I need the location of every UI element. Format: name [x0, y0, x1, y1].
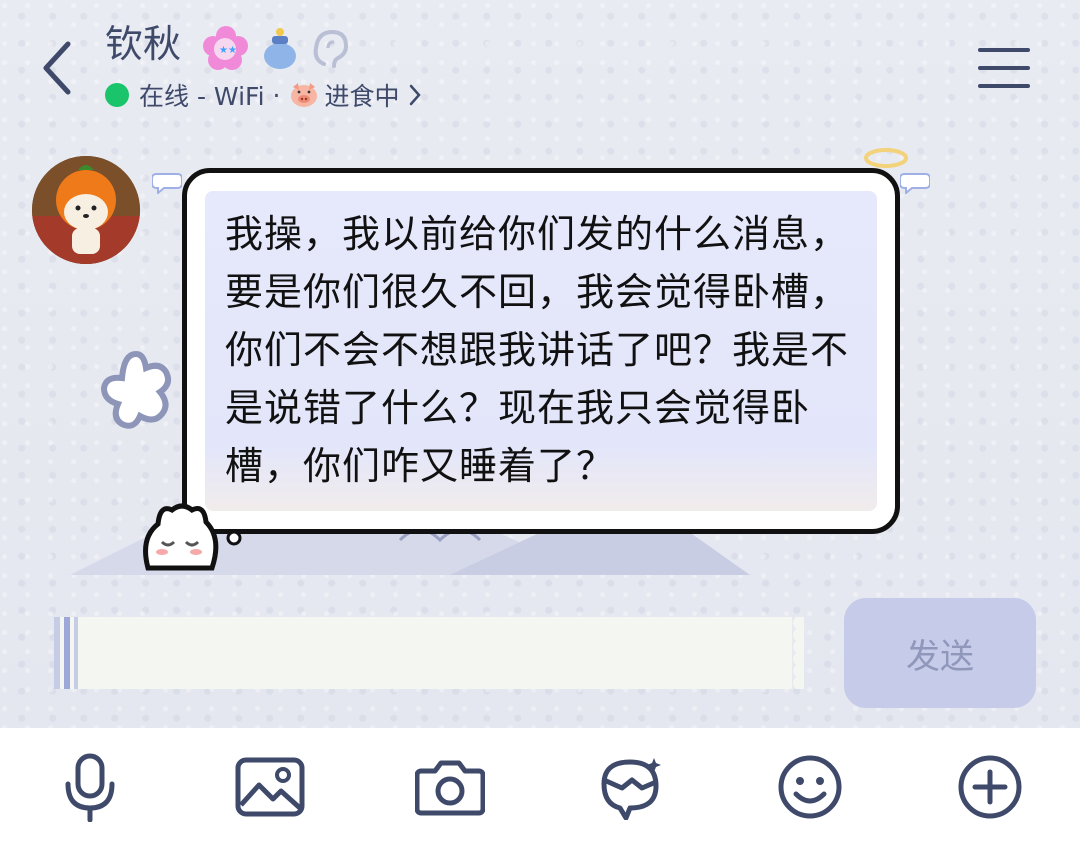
speech-decoration-icon	[900, 173, 930, 194]
menu-icon[interactable]	[978, 46, 1030, 90]
message-input[interactable]	[54, 617, 804, 689]
sticker-icon	[601, 758, 661, 820]
message-input-bar	[54, 617, 804, 689]
svg-text:★★: ★★	[219, 45, 237, 56]
avatar[interactable]	[32, 156, 140, 264]
sticker-button[interactable]	[585, 742, 675, 832]
status-line[interactable]: 在线 - WiFi · 进食中	[105, 77, 422, 113]
avatar-image	[32, 156, 140, 264]
message-bubble-fill: 我操，我以前给你们发的什么消息，要是你们很久不回，我会觉得卧槽，你们不会不想跟我…	[205, 191, 877, 511]
message-text: 我操，我以前给你们发的什么消息，要是你们很久不回，我会觉得卧槽，你们不会不想跟我…	[225, 212, 850, 488]
emoji-icon	[778, 755, 842, 819]
network-status: 在线 - WiFi	[139, 82, 265, 111]
halo-decoration-icon	[864, 148, 908, 168]
camera-icon	[415, 760, 485, 816]
contact-name[interactable]: 钦秋	[105, 18, 181, 70]
activity-status: 进食中	[324, 82, 400, 111]
online-indicator	[105, 83, 129, 107]
pig-icon	[290, 83, 317, 107]
emoji-button[interactable]	[765, 742, 855, 832]
send-button[interactable]: 发送	[844, 598, 1036, 708]
chat-header: 钦秋 ★★ 在线 - WiFi · 进食中	[0, 0, 1080, 135]
plus-icon	[958, 755, 1022, 819]
flower-badge-icon: ★★	[203, 26, 248, 70]
microphone-icon	[65, 753, 115, 822]
chevron-right-icon	[409, 84, 421, 106]
voice-button[interactable]	[45, 742, 135, 832]
speech-decoration-icon	[152, 173, 182, 194]
message-bubble[interactable]: 我操，我以前给你们发的什么消息，要是你们很久不回，我会觉得卧槽，你们不会不想跟我…	[182, 168, 900, 534]
money-bag-icon	[264, 28, 296, 69]
title-badges: ★★	[203, 26, 349, 70]
more-button[interactable]	[945, 742, 1035, 832]
star-decoration-icon	[100, 350, 171, 429]
ear-icon	[313, 29, 349, 68]
image-icon	[235, 757, 305, 817]
back-arrow-icon[interactable]	[36, 38, 80, 98]
camera-button[interactable]	[405, 742, 495, 832]
cat-decoration-icon	[143, 503, 242, 571]
bottom-toolbar	[0, 728, 1080, 843]
separator: ·	[272, 80, 281, 110]
image-button[interactable]	[225, 742, 315, 832]
